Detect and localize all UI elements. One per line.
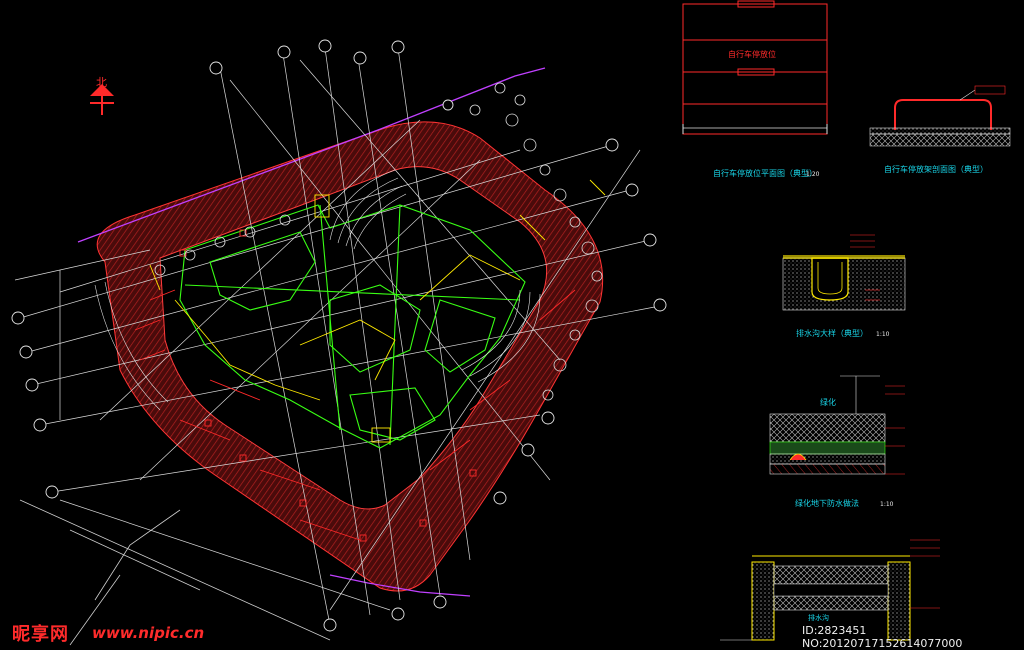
detail-a-title: 自行车停放位平面图（典型） (713, 168, 817, 178)
detail-bike-rack-section: 自行车停放架剖面图（典型） (869, 85, 1011, 174)
detail-d-title: 绿化地下防水做法 (795, 498, 859, 508)
north-arrow: 北 (90, 76, 114, 115)
watermark-url: www.nipic.cn (92, 624, 205, 642)
detail-drain-channel: 排水沟大样（典型） 1:10 (782, 234, 906, 338)
detail-green-waterproofing: 绿化 绿化地下防水做法 1:10 (769, 375, 905, 508)
detail-b-title: 自行车停放架剖面图（典型） (884, 164, 988, 174)
detail-c-title: 排水沟大样（典型） (796, 328, 868, 338)
detail-c-scale: 1:10 (876, 331, 890, 338)
north-label: 北 (96, 76, 107, 89)
site-plan: 北 (11, 39, 667, 646)
detail-d-scale: 1:10 (880, 501, 894, 508)
watermark-id: ID:2823451 NO:20120717152614077000 (802, 624, 963, 650)
detail-d-label: 绿化 (820, 397, 836, 407)
detail-e-label: 排水沟 (808, 613, 829, 622)
cad-drawing: 北 自行车停放位 自行车停放位平面图（典型） 1:20 自行车停放架剖面图（典型… (11, 0, 1011, 646)
bike-parking-label: 自行车停放位 (728, 49, 776, 59)
watermark-logo: 昵享网 (12, 624, 69, 645)
detail-bike-parking-plan: 自行车停放位 自行车停放位平面图（典型） 1:20 (682, 0, 828, 178)
detail-a-scale: 1:20 (806, 171, 820, 178)
